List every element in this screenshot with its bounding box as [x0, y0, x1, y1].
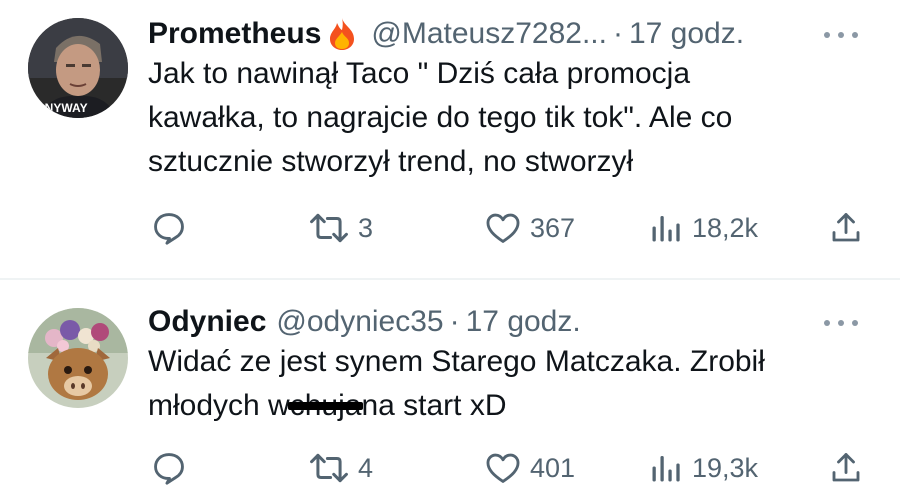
display-name[interactable]: Odyniec [148, 305, 266, 339]
text-segment: młodych w [148, 389, 290, 422]
avatar[interactable]: ANYWAY [28, 18, 128, 118]
separator-dot: · [449, 305, 460, 338]
heart-icon [486, 213, 520, 243]
tweet-text-line: Widać ze jest synem Starego Matczaka. Zr… [148, 345, 765, 378]
like-button[interactable]: 367 [484, 203, 575, 253]
timestamp[interactable]: 17 godz. [629, 17, 744, 51]
retweet-count: 3 [358, 212, 374, 243]
text-segment: na start xD [361, 389, 507, 422]
share-button[interactable] [828, 443, 864, 493]
tweet-text: Widać ze jest synem Starego Matczaka. Zr… [148, 340, 868, 428]
avatar[interactable] [28, 308, 128, 408]
user-handle[interactable]: @odyniec35 [276, 305, 443, 339]
tweet-actions: 3 367 18,2k [148, 203, 878, 253]
share-icon [832, 453, 860, 482]
tweet-header: Odyniec @odyniec35 · 17 godz. [148, 302, 581, 342]
tweet-text-line: Jak to nawinął Taco " Dziś cała promocja [148, 57, 691, 90]
retweet-button[interactable]: 4 [308, 443, 373, 493]
views-chart-icon [652, 216, 680, 242]
censored-word: chuja [287, 384, 364, 428]
retweet-count: 4 [358, 452, 374, 483]
heart-icon [486, 453, 520, 483]
views-count: 19,3k [692, 452, 759, 483]
tweet-header: Prometheus @Mateusz7282... · 17 godz. [148, 14, 744, 54]
tweet[interactable]: Odyniec @odyniec35 · 17 godz. Widać ze j… [0, 280, 900, 500]
reply-icon [154, 213, 184, 245]
reply-icon [154, 453, 184, 485]
share-icon [832, 213, 860, 242]
tweet-text-line: młodych wchujana start xD [148, 384, 868, 428]
censor-bar [287, 402, 364, 410]
views-button[interactable]: 19,3k [648, 443, 758, 493]
retweet-button[interactable]: 3 [308, 203, 373, 253]
separator-dot: · [612, 17, 623, 50]
tweet-text-line: kawałka, to nagrajcie do tego tik tok". … [148, 101, 733, 134]
more-options-icon[interactable] [824, 318, 858, 328]
tweet-actions: 4 401 19,3k [148, 443, 878, 493]
tweet[interactable]: ANYWAY Prometheus @Mateusz7282... · 17 g… [0, 0, 900, 278]
like-count: 367 [530, 212, 576, 243]
views-count: 18,2k [692, 212, 759, 243]
timestamp[interactable]: 17 godz. [466, 305, 581, 339]
display-name[interactable]: Prometheus [148, 17, 321, 51]
more-options-icon[interactable] [824, 30, 858, 40]
reply-button[interactable] [150, 443, 196, 493]
fire-emoji-icon [327, 17, 357, 51]
like-count: 401 [530, 452, 576, 483]
tweet-text: Jak to nawinął Taco " Dziś cała promocja… [148, 52, 868, 184]
user-handle[interactable]: @Mateusz7282... [371, 17, 607, 51]
retweet-icon [310, 213, 348, 243]
views-chart-icon [652, 456, 680, 482]
tweet-text-line: sztucznie stworzył trend, no stworzył [148, 145, 634, 178]
share-button[interactable] [828, 203, 864, 253]
avatar-caption: ANYWAY [36, 101, 88, 115]
like-button[interactable]: 401 [484, 443, 575, 493]
retweet-icon [310, 453, 348, 483]
reply-button[interactable] [150, 203, 196, 253]
views-button[interactable]: 18,2k [648, 203, 758, 253]
